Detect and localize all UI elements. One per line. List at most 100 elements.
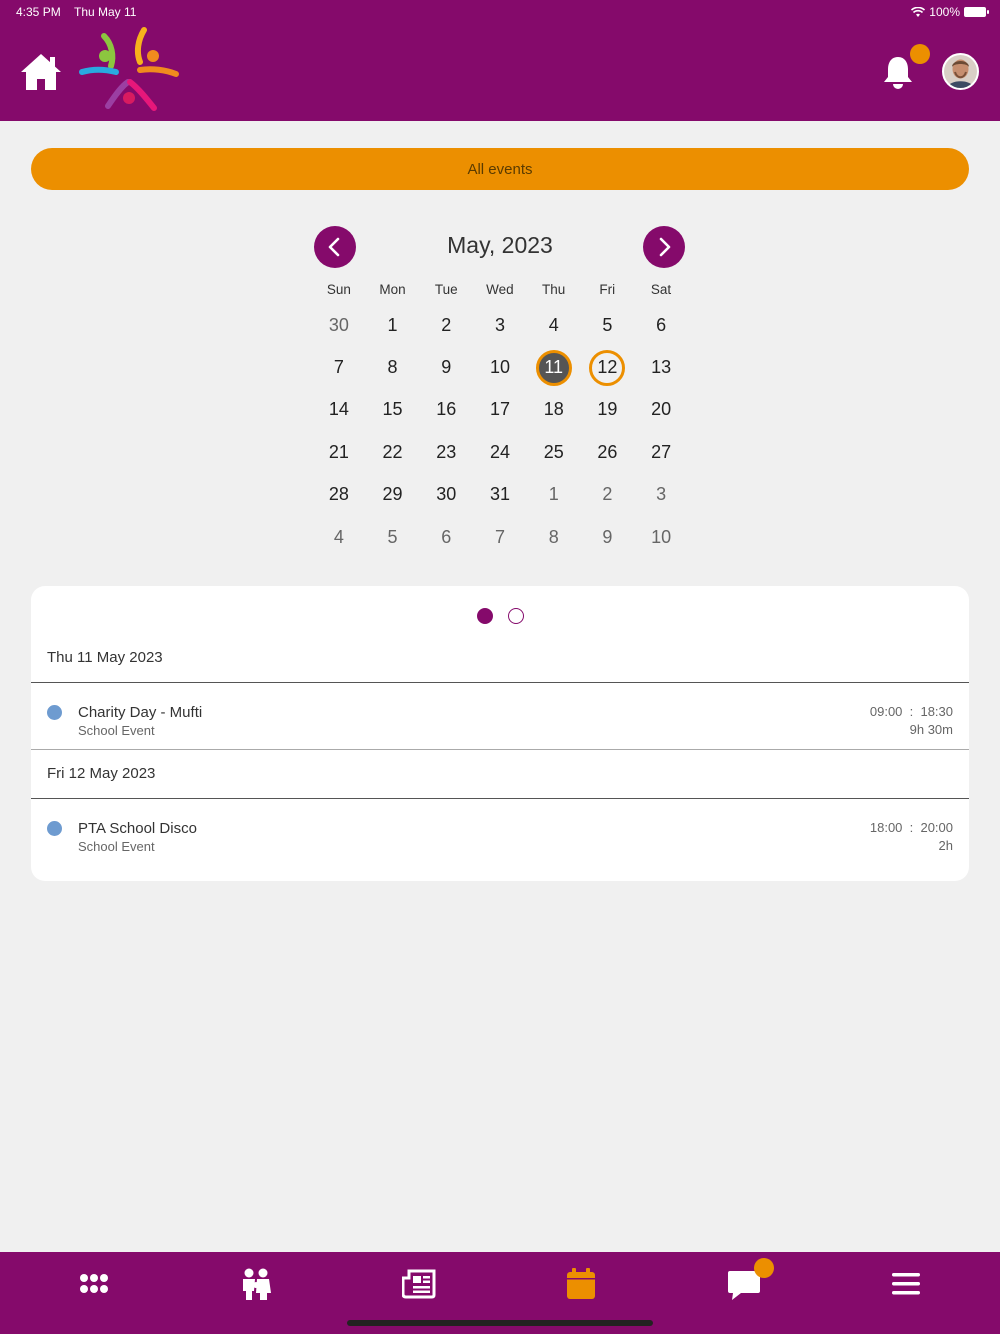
calendar-day[interactable]: 26 [581, 431, 635, 473]
calendar-day-outside-month[interactable]: 5 [366, 516, 420, 558]
event-category: School Event [78, 839, 155, 854]
calendar-day-outside-month[interactable]: 9 [581, 516, 635, 558]
event-time: 18:00 : 20:00 [869, 820, 953, 835]
page-indicator [31, 608, 969, 624]
event-item[interactable]: PTA School Disco School Event 18:00 : 20… [31, 815, 969, 865]
event-date-header: Thu 11 May 2023 [47, 649, 163, 666]
calendar-day[interactable]: 23 [419, 431, 473, 473]
page-dot-active[interactable] [476, 608, 493, 624]
people-icon [243, 1268, 271, 1300]
calendar-day-number: 30 [436, 484, 457, 505]
status-bar: 4:35 PM Thu May 11 100% [0, 5, 1000, 21]
calendar-day-number: 25 [543, 441, 564, 462]
weekday-label: Wed [486, 282, 514, 297]
apps-grid-icon [80, 1274, 108, 1293]
tab-people[interactable] [226, 1264, 286, 1304]
weekday-label: Sun [326, 282, 351, 297]
calendar-day-outside-month[interactable]: 2 [581, 474, 635, 516]
calendar-day-outside-month[interactable]: 7 [473, 516, 527, 558]
calendar-day[interactable]: 19 [581, 389, 635, 431]
calendar-day-number: 1 [548, 484, 559, 505]
calendar-day[interactable]: 4 [527, 304, 581, 346]
tab-news[interactable] [389, 1264, 449, 1304]
calendar-day[interactable]: 11 [527, 346, 581, 388]
event-date-header: Fri 12 May 2023 [47, 765, 156, 782]
event-category: School Event [78, 723, 155, 738]
calendar-grid: 30 1 2 3 4 5 6 7 8 9 10 11 12 13 14 15 16 17 18 19 20 21 22 23 2… [312, 304, 688, 558]
calendar-day-number: 29 [382, 484, 403, 505]
calendar-day[interactable]: 3 [473, 304, 527, 346]
calendar-day-number: 10 [651, 526, 672, 547]
weekday-label: Sat [650, 282, 672, 297]
home-icon[interactable] [20, 52, 62, 92]
calendar-day-number: 18 [543, 399, 564, 420]
calendar-day-number: 16 [436, 399, 457, 420]
calendar-day-outside-month[interactable]: 4 [312, 516, 366, 558]
calendar-day-number: 5 [387, 526, 398, 547]
tab-calendar[interactable] [551, 1264, 611, 1304]
calendar-day[interactable]: 25 [527, 431, 581, 473]
calendar-day[interactable]: 20 [634, 389, 688, 431]
event-item[interactable]: Charity Day - Mufti School Event 09:00 :… [31, 699, 969, 749]
school-logo [79, 27, 179, 111]
page-dot[interactable] [507, 608, 524, 624]
calendar-day-number: 2 [602, 484, 613, 505]
calendar-day[interactable]: 16 [419, 389, 473, 431]
calendar-day-outside-month[interactable]: 8 [527, 516, 581, 558]
status-date: Thu May 11 [74, 5, 137, 19]
event-title: Charity Day - Mufti [78, 704, 203, 721]
calendar-day[interactable]: 7 [312, 346, 366, 388]
calendar-day[interactable]: 6 [634, 304, 688, 346]
calendar-day[interactable]: 15 [366, 389, 420, 431]
calendar-day-number: 6 [441, 526, 452, 547]
calendar-day-number: 26 [597, 441, 618, 462]
weekday-label: Fri [599, 282, 616, 297]
user-avatar[interactable] [942, 53, 979, 90]
calendar-day-number: 13 [651, 357, 672, 378]
calendar-day[interactable]: 1 [366, 304, 420, 346]
calendar-day-outside-month[interactable]: 6 [419, 516, 473, 558]
calendar-day[interactable]: 13 [634, 346, 688, 388]
calendar-day[interactable]: 10 [473, 346, 527, 388]
calendar-day[interactable]: 27 [634, 431, 688, 473]
calendar-day[interactable]: 31 [473, 474, 527, 516]
calendar-day-number: 23 [436, 441, 457, 462]
calendar-day[interactable]: 14 [312, 389, 366, 431]
calendar-day-number: 9 [602, 526, 613, 547]
calendar-day[interactable]: 28 [312, 474, 366, 516]
calendar-day-outside-month[interactable]: 3 [634, 474, 688, 516]
calendar-day-number: 12 [597, 357, 618, 378]
next-month-button[interactable] [643, 226, 685, 268]
calendar-day-number: 27 [651, 441, 672, 462]
newspaper-icon [402, 1269, 436, 1299]
tab-apps[interactable] [64, 1264, 124, 1304]
calendar-day[interactable]: 12 [581, 346, 635, 388]
calendar-day[interactable]: 17 [473, 389, 527, 431]
top-bar: 4:35 PM Thu May 11 100% [0, 0, 1000, 121]
home-indicator[interactable] [347, 1320, 653, 1326]
calendar-day-outside-month[interactable]: 30 [312, 304, 366, 346]
calendar-day[interactable]: 2 [419, 304, 473, 346]
calendar-day-number: 5 [602, 314, 613, 335]
calendar-day[interactable]: 5 [581, 304, 635, 346]
calendar-day[interactable]: 18 [527, 389, 581, 431]
calendar-day[interactable]: 21 [312, 431, 366, 473]
calendar-day[interactable]: 24 [473, 431, 527, 473]
calendar-day-number: 30 [328, 314, 349, 335]
calendar-day[interactable]: 22 [366, 431, 420, 473]
previous-month-button[interactable] [314, 226, 356, 268]
calendar-day-outside-month[interactable]: 10 [634, 516, 688, 558]
menu-icon [892, 1273, 920, 1295]
calendar-day[interactable]: 29 [366, 474, 420, 516]
calendar-day-outside-month[interactable]: 1 [527, 474, 581, 516]
calendar-day-number: 19 [597, 399, 618, 420]
calendar-month-title: May, 2023 [447, 232, 553, 258]
calendar-day[interactable]: 9 [419, 346, 473, 388]
calendar-day-number: 7 [333, 357, 344, 378]
calendar-day[interactable]: 8 [366, 346, 420, 388]
all-events-button[interactable]: All events [31, 148, 969, 190]
calendar-day-number: 4 [333, 526, 344, 547]
tab-menu[interactable] [876, 1264, 936, 1304]
calendar-day-number: 4 [548, 314, 559, 335]
calendar-day[interactable]: 30 [419, 474, 473, 516]
